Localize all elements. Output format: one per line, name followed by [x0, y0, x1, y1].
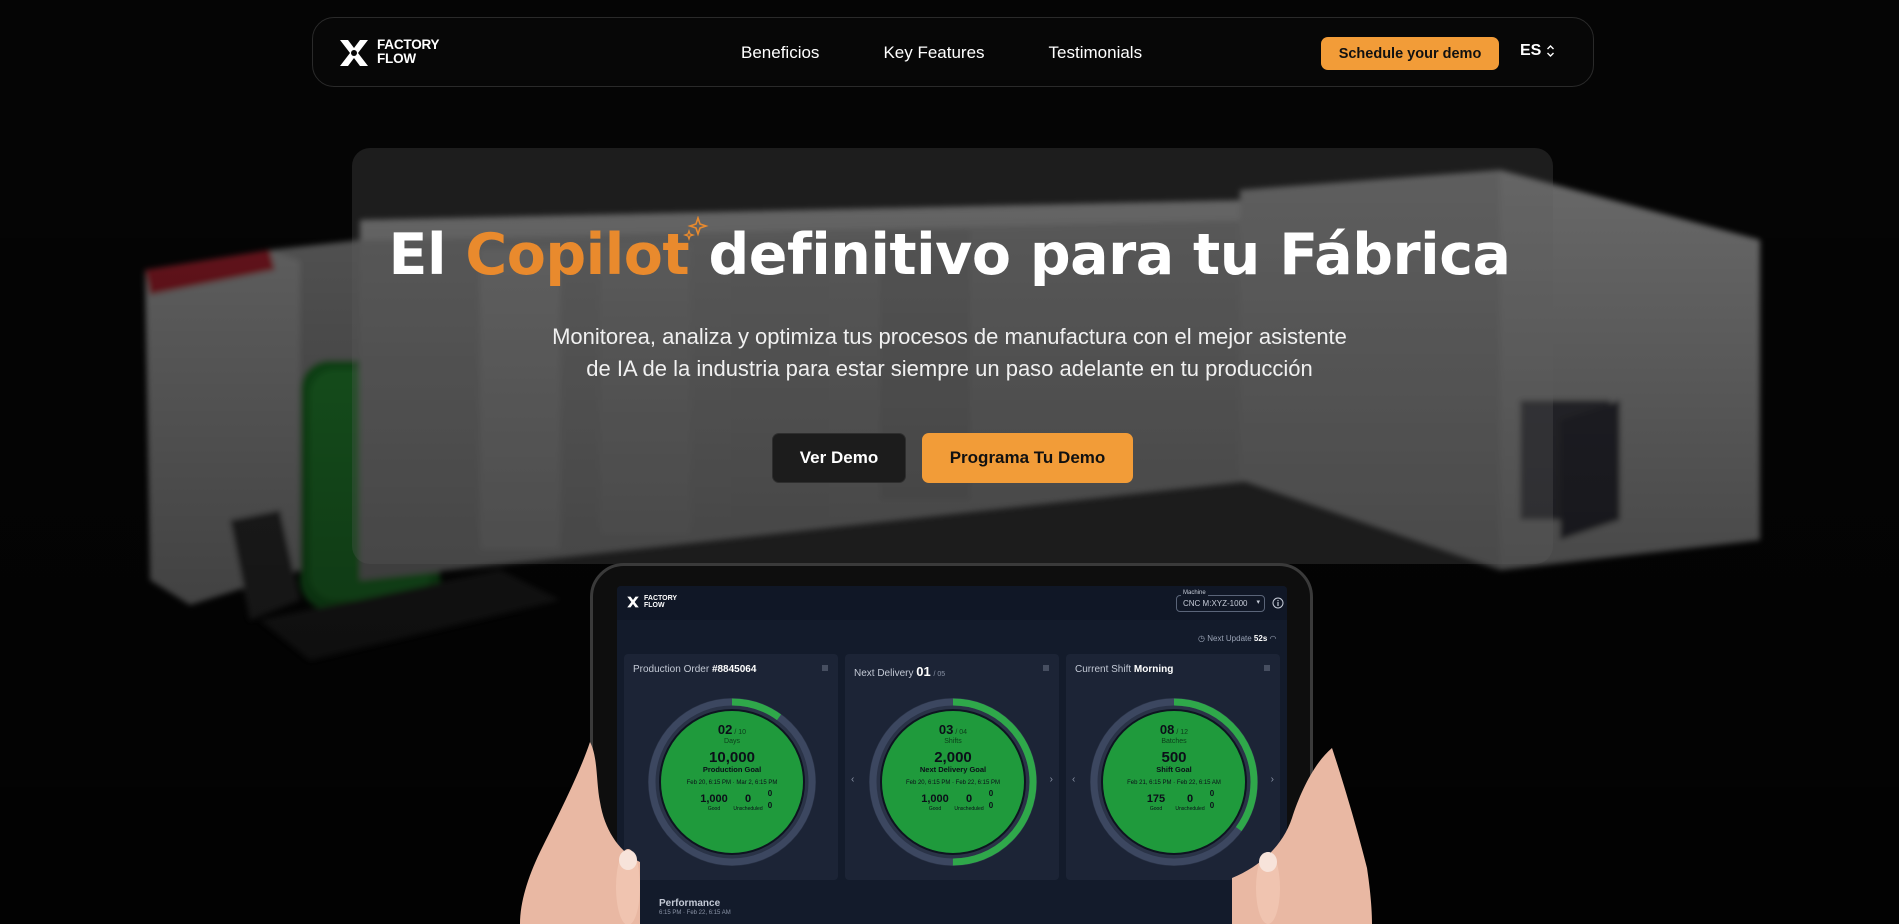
- nav-link-beneficios[interactable]: Beneficios: [741, 43, 819, 63]
- gauge-unscheduled-label: Unscheduled: [733, 806, 762, 812]
- performance-date: 6:15 PM · Feb 22, 6:15 AM: [659, 910, 731, 916]
- machine-select[interactable]: Machine CNC M:XYZ-1000 ▾: [1176, 590, 1265, 612]
- info-icon[interactable]: [1272, 597, 1284, 609]
- hero-subtitle-line-1: Monitorea, analiza y optimiza tus proces…: [552, 324, 1347, 349]
- nav-link-key-features[interactable]: Key Features: [883, 43, 984, 63]
- gauge-rework-value: 0: [768, 801, 773, 810]
- dashboard-screen: FACTORY FLOW Machine CNC M:XYZ-1000 ▾ ◷ …: [617, 586, 1287, 924]
- progress-gauge: 02/ 10Days10,000Production GoalFeb 20, 6…: [648, 698, 816, 866]
- gauge-dates: Feb 20, 6:15 PM · Mar 2, 6:15 PM: [687, 780, 778, 786]
- panel-title-value: Morning: [1133, 664, 1174, 675]
- logo-wordmark: FACTORY FLOW: [377, 37, 440, 66]
- hero-subtitle: Monitorea, analiza y optimiza tus proces…: [0, 321, 1899, 385]
- logo-line-1: FACTORY: [377, 37, 440, 52]
- gauge-unscheduled-label: Unscheduled: [954, 806, 983, 812]
- gauge-dates: Feb 20, 6:15 PM · Feb 22, 6:15 PM: [906, 780, 1000, 786]
- performance-label: Performance: [659, 898, 721, 909]
- gauge-good-label: Good: [708, 806, 720, 812]
- hero-subtitle-line-2: de IA de la industria para estar siempre…: [586, 356, 1313, 381]
- chevron-up-down-icon: [1547, 45, 1555, 57]
- navbar: FACTORY FLOW Beneficios Key Features Tes…: [312, 17, 1594, 87]
- list-icon[interactable]: [822, 665, 828, 671]
- gauge-rejected-value: 0: [1210, 789, 1215, 798]
- gauge-goal-label: Next Delivery Goal: [920, 765, 986, 774]
- next-delivery-panel: Next Delivery 01 / 05 ‹ › 03/ 04 Shifts 2,…: [845, 654, 1059, 880]
- gauge-count-label: Shifts: [944, 738, 962, 745]
- gauge-count-label: Batches: [1161, 738, 1187, 745]
- gauge-rejected-value: 0: [989, 789, 994, 798]
- chevron-down-icon: ▾: [1256, 599, 1260, 606]
- hero-title-accent: Copilot: [465, 216, 709, 288]
- hero-title-pre: El: [388, 222, 466, 288]
- gauge-good-value: 1,000: [700, 793, 728, 805]
- panel-title-total: / 05: [933, 671, 946, 678]
- gauge-good-value: 1,000: [921, 793, 949, 805]
- schedule-demo-button[interactable]: Schedule your demo: [1321, 37, 1499, 70]
- dashboard-logo-icon: [627, 596, 639, 608]
- panel-title: Next Delivery 01 / 05: [854, 664, 945, 679]
- machine-select-label: Machine: [1181, 590, 1208, 596]
- gauge-goal-label: Shift Goal: [1156, 765, 1191, 774]
- list-icon[interactable]: [1043, 665, 1049, 671]
- tablet-mockup: FACTORY FLOW Machine CNC M:XYZ-1000 ▾ ◷ …: [590, 563, 1313, 924]
- panel-title-value: 01: [916, 664, 931, 679]
- gauge-good-label: Good: [1150, 806, 1162, 812]
- gauge-good-value: 175: [1147, 793, 1165, 805]
- right-hand-image: [1232, 748, 1372, 924]
- gauge-unscheduled-value: 0: [745, 793, 751, 805]
- gauge-unscheduled-value: 0: [966, 793, 972, 805]
- programa-demo-button[interactable]: Programa Tu Demo: [922, 433, 1133, 483]
- list-icon[interactable]: [1264, 665, 1270, 671]
- gauge-goal-label: Production Goal: [703, 765, 761, 774]
- dashboard-logo: FACTORY FLOW: [626, 594, 686, 612]
- gauge-unscheduled-label: Unscheduled: [1175, 806, 1204, 812]
- gauge-rework-value: 0: [989, 801, 994, 810]
- gauge-rejected-value: 0: [768, 789, 773, 798]
- panel-title: Production Order #8845064: [633, 664, 756, 675]
- gauge-count-label: Days: [724, 738, 740, 745]
- factory-flow-logo-icon: [340, 40, 368, 66]
- chevron-left-icon[interactable]: ‹: [1072, 774, 1075, 785]
- hero-title: El Copilot definitivo para tu Fábrica: [0, 216, 1899, 288]
- next-update-label: Next Update: [1207, 634, 1252, 643]
- dashboard-logo-wordmark: FACTORY FLOW: [644, 595, 677, 609]
- refresh-icon: ◠: [1269, 634, 1277, 643]
- hero-title-post: definitivo para tu Fábrica: [689, 222, 1511, 288]
- nav-links: Beneficios Key Features Testimonials: [741, 18, 1206, 88]
- progress-gauge: 03/ 04Shifts2,000Next Delivery GoalFeb 2…: [869, 698, 1037, 866]
- factory-flow-logo[interactable]: FACTORY FLOW: [337, 35, 447, 71]
- gauge-goal: 10,000: [709, 749, 755, 766]
- machine-select-value: CNC M:XYZ-1000: [1183, 599, 1248, 608]
- chevron-right-icon[interactable]: ›: [1050, 774, 1053, 785]
- next-update-value: 52s: [1253, 634, 1268, 643]
- production-order-panel: Production Order #8845064 02/ 10 Days 10,0…: [624, 654, 838, 880]
- gauge-good-label: Good: [929, 806, 941, 812]
- clock-icon: ◷: [1198, 634, 1205, 643]
- language-selector[interactable]: ES: [1520, 42, 1555, 60]
- gauge-dates: Feb 21, 6:15 PM · Feb 22, 6:15 AM: [1127, 780, 1221, 786]
- logo-line-2: FLOW: [377, 51, 416, 66]
- panel-title: Current Shift Morning: [1075, 664, 1173, 675]
- dashboard-header: FACTORY FLOW Machine CNC M:XYZ-1000 ▾: [617, 586, 1287, 620]
- dashboard-logo-line-1: FACTORY: [644, 595, 678, 602]
- gauge-goal: 2,000: [934, 749, 972, 766]
- nav-link-testimonials[interactable]: Testimonials: [1049, 43, 1143, 63]
- panel-title-value: #8845064: [711, 664, 757, 675]
- left-hand-image: [520, 742, 640, 924]
- gauge-rework-value: 0: [1210, 801, 1215, 810]
- language-code: ES: [1520, 42, 1542, 59]
- panel-title-label: Next Delivery: [854, 668, 914, 679]
- panel-title-label: Current Shift: [1075, 664, 1132, 675]
- ver-demo-button[interactable]: Ver Demo: [772, 433, 906, 483]
- gauge-goal: 500: [1161, 749, 1186, 766]
- sparkle-icon: [683, 216, 709, 242]
- dashboard-logo-line-2: FLOW: [644, 602, 665, 609]
- next-update: ◷ Next Update 52s ◠: [1198, 634, 1277, 643]
- panel-title-label: Production Order: [633, 664, 710, 675]
- hero-title-accent-text: Copilot: [465, 222, 690, 288]
- hero-buttons: Ver Demo Programa Tu Demo: [772, 433, 1133, 483]
- gauge-unscheduled-value: 0: [1187, 793, 1193, 805]
- chevron-left-icon[interactable]: ‹: [851, 774, 854, 785]
